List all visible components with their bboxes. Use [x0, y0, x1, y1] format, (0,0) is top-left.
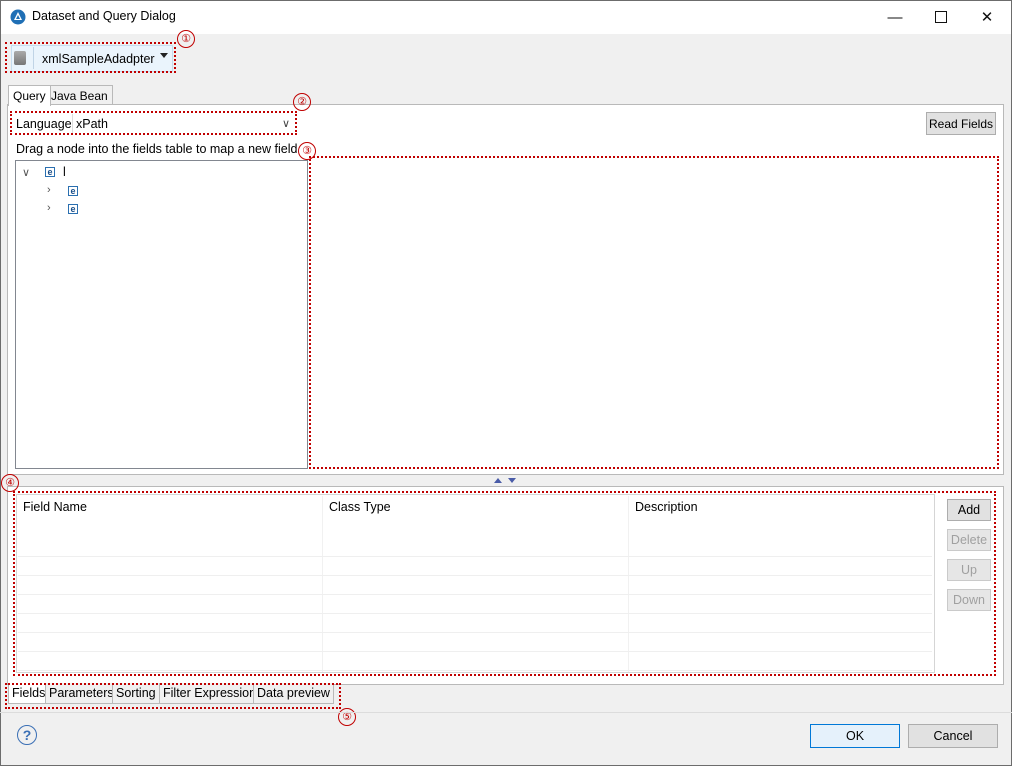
- element-icon: e: [45, 167, 55, 177]
- callout-box-5: [5, 683, 341, 709]
- callout-number-2: ②: [293, 93, 311, 111]
- minimize-button[interactable]: —: [872, 0, 918, 34]
- read-fields-button[interactable]: Read Fields: [926, 112, 996, 135]
- callout-number-1: ①: [177, 30, 195, 48]
- window-title: Dataset and Query Dialog: [32, 9, 176, 23]
- tab-java-bean[interactable]: Java Bean: [46, 85, 113, 105]
- callout-number-3: ③: [298, 142, 316, 160]
- tree-node-root[interactable]: l: [63, 165, 66, 179]
- chevron-right-icon[interactable]: ›: [47, 184, 51, 196]
- close-icon: ✕: [980, 9, 994, 26]
- drag-hint-text: Drag a node into the fields table to map…: [16, 142, 298, 156]
- callout-box-2: [10, 111, 297, 135]
- callout-box-3: [309, 156, 999, 469]
- maximize-icon: [935, 11, 947, 23]
- cancel-button[interactable]: Cancel: [908, 724, 998, 748]
- callout-box-1: [5, 42, 176, 73]
- element-icon: e: [68, 204, 78, 214]
- minimize-icon: —: [887, 8, 903, 26]
- callout-number-4: ④: [1, 474, 19, 492]
- ok-button[interactable]: OK: [810, 724, 900, 748]
- app-icon: [10, 9, 26, 25]
- maximize-button[interactable]: [918, 0, 964, 34]
- tab-query[interactable]: Query: [8, 85, 51, 106]
- callout-number-5: ⑤: [338, 708, 356, 726]
- chevron-down-icon[interactable]: ∨: [22, 166, 30, 179]
- element-icon: e: [68, 186, 78, 196]
- xml-tree-panel[interactable]: [15, 160, 308, 469]
- chevron-right-icon[interactable]: ›: [47, 202, 51, 214]
- help-icon[interactable]: ?: [17, 725, 37, 745]
- collapse-up-icon[interactable]: [494, 478, 502, 483]
- close-button[interactable]: ✕: [964, 0, 1010, 34]
- callout-box-4: [13, 491, 996, 676]
- footer-divider: [0, 712, 1012, 713]
- expand-down-icon[interactable]: [508, 478, 516, 483]
